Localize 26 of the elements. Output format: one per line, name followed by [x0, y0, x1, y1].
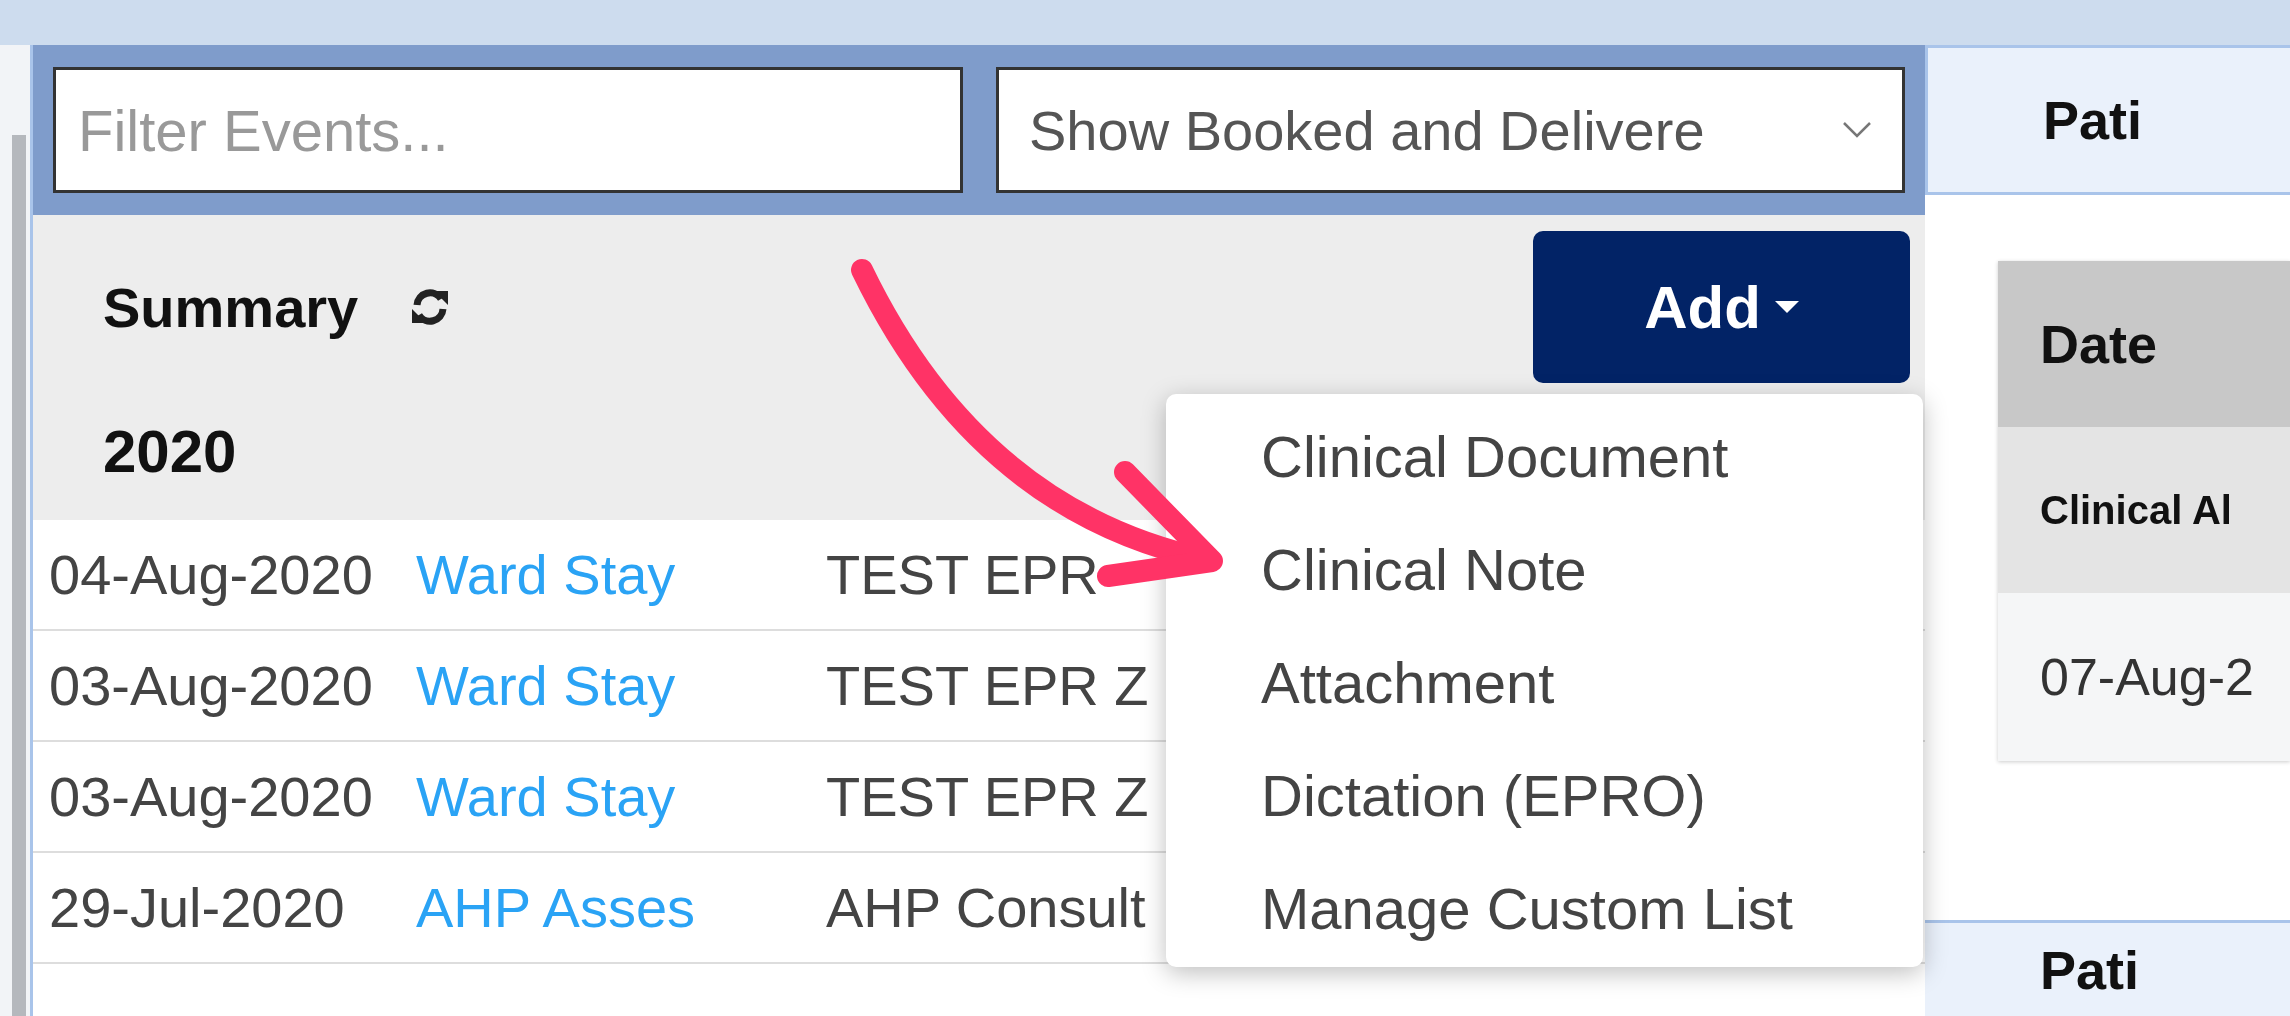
menu-item[interactable]: Clinical Note [1261, 513, 1587, 626]
menu-item[interactable]: Manage Custom List [1261, 852, 1793, 965]
event-date: 03-Aug-2020 [49, 653, 373, 718]
chevron-down-icon [1842, 121, 1872, 139]
table-row[interactable]: 07-Aug-2 [1998, 593, 2290, 761]
add-button[interactable]: Add [1533, 231, 1910, 383]
caret-icon [1774, 301, 1799, 313]
table-cell: 07-Aug-2 [2040, 647, 2254, 707]
event-date: 29-Jul-2020 [49, 875, 345, 940]
filter-input[interactable]: Filter Events... [53, 67, 963, 193]
menu-item[interactable]: Clinical Document [1261, 400, 1729, 513]
event-date: 03-Aug-2020 [49, 764, 373, 829]
event-description: TEST EPR Z [826, 653, 1149, 718]
column-header: Date [2040, 313, 2158, 375]
panel-title: Pati [2043, 89, 2143, 151]
event-date: 04-Aug-2020 [49, 542, 373, 607]
view-select[interactable]: Show Booked and Delivere [996, 67, 1905, 193]
event-description: TEST EPR Z [826, 764, 1149, 829]
panel-title: Pati [2040, 938, 2140, 1001]
year-heading: 2020 [103, 417, 237, 487]
menu-item[interactable]: Attachment [1261, 626, 1555, 739]
event-description: TEST EPR [826, 542, 1099, 607]
summary-title: Summary [103, 274, 359, 340]
menu-item[interactable]: Dictation (EPRO) [1261, 739, 1706, 852]
section-title: Clinical Al [2040, 487, 2232, 533]
event-description: AHP Consult [826, 875, 1146, 940]
